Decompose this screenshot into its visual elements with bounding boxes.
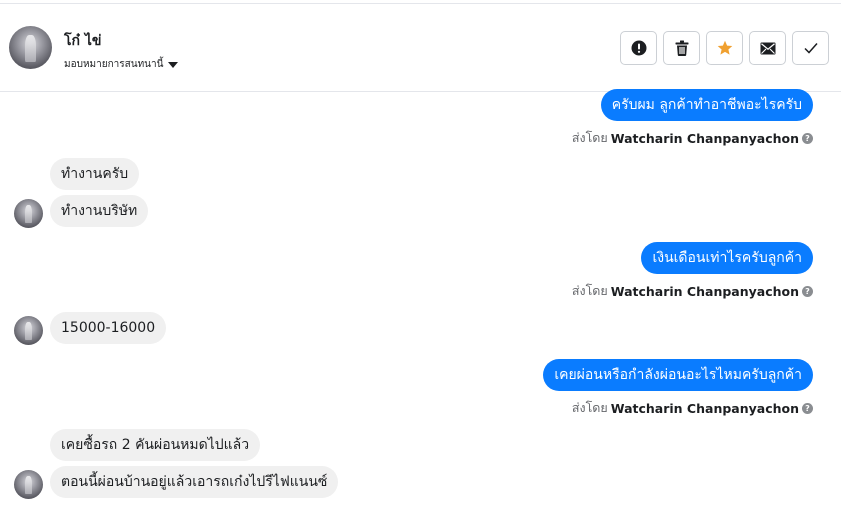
trash-icon [675, 40, 688, 56]
contact-avatar-small [14, 316, 43, 345]
incoming-message: ตอนนี้ผ่อนบ้านอยู่แล้วเอารถเก๋งไปรีไฟแนน… [50, 466, 339, 498]
sent-by-agent: Watcharin Chanpanyachon [610, 283, 799, 299]
check-icon [803, 43, 818, 54]
incoming-message: ทำงานครับ [50, 158, 140, 190]
action-toolbar [620, 31, 829, 65]
message-thread: ครับผม ลูกค้าทำอาชีพอะไรครับ ส่งโดย Watc… [0, 89, 841, 508]
sent-by-prefix: ส่งโดย [571, 130, 608, 145]
outgoing-message: เงินเดือนเท่าไรครับลูกค้า [641, 242, 813, 274]
star-button[interactable] [706, 31, 743, 65]
envelope-icon [760, 42, 775, 54]
sent-by-prefix: ส่งโดย [571, 283, 608, 298]
sent-by-agent: Watcharin Chanpanyachon [610, 400, 799, 416]
help-icon[interactable]: ? [802, 402, 813, 414]
sent-by-prefix: ส่งโดย [571, 400, 608, 415]
incoming-message: ทำงานบริษัท [50, 195, 149, 227]
help-icon[interactable]: ? [802, 132, 813, 144]
contact-name: โก๋ ไข่ [64, 33, 102, 49]
delete-button[interactable] [663, 31, 700, 65]
assign-conversation-dropdown[interactable]: มอบหมายการสนทนานี้ [64, 57, 179, 72]
sent-by-line: ส่งโดย Watcharin Chanpanyachon ? [572, 398, 813, 418]
sent-by-line: ส่งโดย Watcharin Chanpanyachon ? [572, 128, 813, 148]
conversation-header: โก๋ ไข่ มอบหมายการสนทนานี้ [0, 4, 841, 92]
sent-by-agent: Watcharin Chanpanyachon [610, 130, 799, 146]
caret-down-icon [168, 61, 179, 68]
mark-done-button[interactable] [792, 31, 829, 65]
assign-label: มอบหมายการสนทนานี้ [64, 59, 164, 70]
outgoing-message: เคยผ่อนหรือกำลังผ่อนอะไรไหมครับลูกค้า [543, 359, 813, 391]
contact-avatar-small [14, 199, 43, 228]
incoming-message: เคยซื้อรถ 2 คันผ่อนหมดไปแล้ว [50, 429, 261, 461]
sent-by-line: ส่งโดย Watcharin Chanpanyachon ? [572, 281, 813, 301]
outgoing-message: ครับผม ลูกค้าทำอาชีพอะไรครับ [600, 89, 813, 121]
incoming-message: 15000-16000 [50, 312, 167, 344]
contact-avatar[interactable] [9, 26, 52, 69]
help-icon[interactable]: ? [802, 285, 813, 297]
contact-avatar-small [14, 470, 43, 499]
mark-unread-button[interactable] [749, 31, 786, 65]
spam-button[interactable] [620, 31, 657, 65]
star-icon [717, 40, 732, 55]
exclamation-icon [631, 40, 646, 56]
